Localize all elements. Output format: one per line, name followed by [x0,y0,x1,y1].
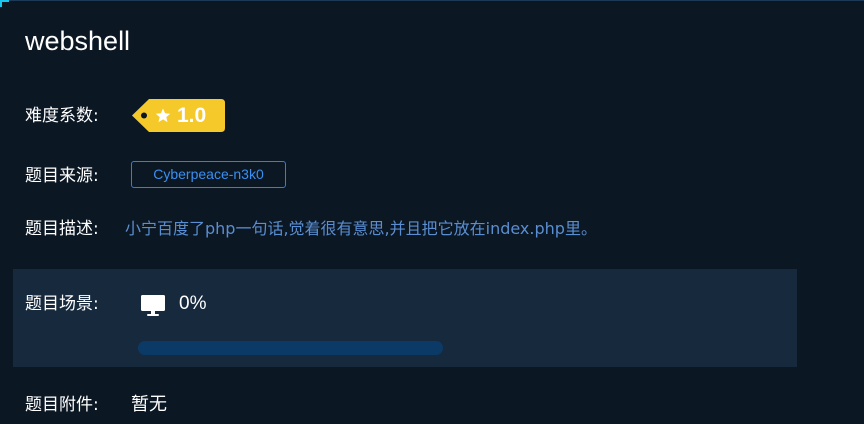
description-label: 题目描述: [25,219,99,239]
progress-percent: 0% [179,293,207,314]
source-tag[interactable]: Cyberpeace-n3k0 [131,161,286,188]
challenge-title: webshell [25,26,131,56]
progress-bar [138,341,443,355]
difficulty-badge: 1.0 [132,99,225,132]
difficulty-label: 难度系数: [25,106,99,126]
scene-label: 题目场景: [25,294,99,314]
attachment-value: 暂无 [131,394,167,415]
corner-accent [0,0,9,7]
difficulty-value: 1.0 [177,104,207,127]
top-border [0,0,864,1]
attachment-label: 题目附件: [25,395,99,415]
monitor-icon[interactable] [141,294,167,318]
description-text: 小宁百度了php一句话,觉着很有意思,并且把它放在index.php里。 [125,219,597,238]
source-label: 题目来源: [25,166,99,186]
